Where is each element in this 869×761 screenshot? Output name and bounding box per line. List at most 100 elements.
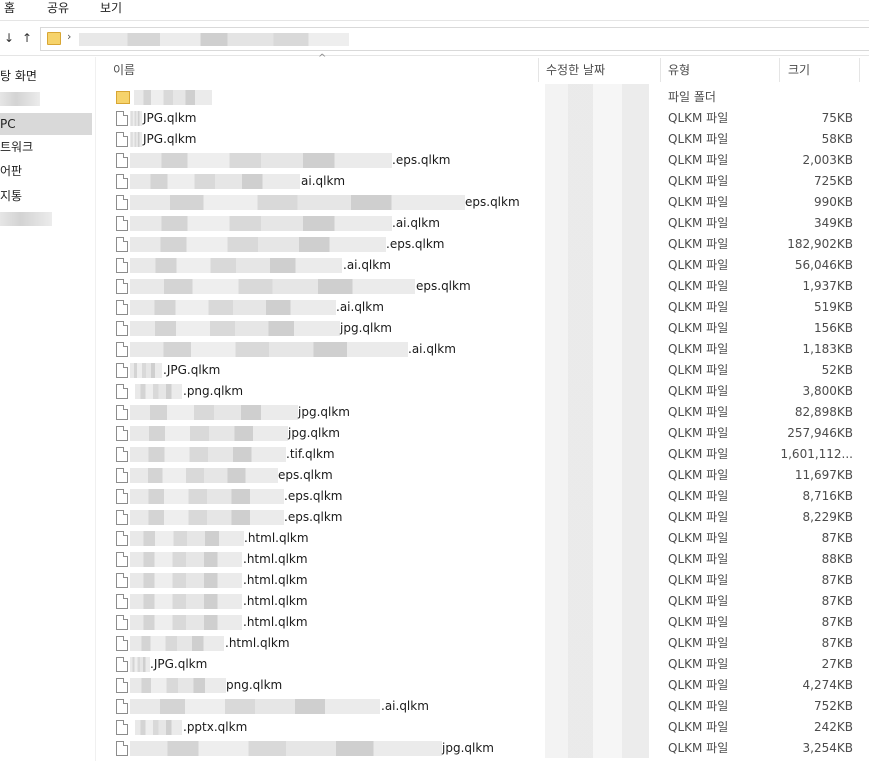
file-row[interactable]: .pptx.qlkm QLKM 파일 242KB	[0, 717, 869, 738]
file-type: QLKM 파일	[668, 363, 729, 377]
file-icon	[116, 678, 128, 693]
file-name: eps.qlkm	[278, 468, 333, 482]
file-row[interactable]: .html.qlkm QLKM 파일 88KB	[0, 549, 869, 570]
file-row[interactable]: .ai.qlkm QLKM 파일 752KB	[0, 696, 869, 717]
file-icon	[116, 552, 128, 567]
file-row[interactable]: png.qlkm QLKM 파일 4,274KB	[0, 675, 869, 696]
file-row[interactable]: eps.qlkm QLKM 파일 1,937KB	[0, 276, 869, 297]
file-name: .eps.qlkm	[392, 153, 451, 167]
file-icon	[116, 237, 128, 252]
file-icon	[116, 111, 128, 126]
file-icon	[116, 573, 128, 588]
file-size: 87KB	[821, 573, 853, 587]
file-icon	[116, 258, 128, 273]
up-arrow-icon[interactable]: ↑	[22, 30, 32, 46]
file-size: 1,937KB	[802, 279, 853, 293]
file-row[interactable]: .tif.qlkm QLKM 파일 1,601,112...	[0, 444, 869, 465]
column-divider[interactable]	[538, 58, 539, 82]
file-name: .tif.qlkm	[286, 447, 335, 461]
file-type: QLKM 파일	[668, 594, 729, 608]
file-row[interactable]: .ai.qlkm QLKM 파일 349KB	[0, 213, 869, 234]
file-type: QLKM 파일	[668, 636, 729, 650]
file-icon	[116, 447, 128, 462]
file-icon	[116, 636, 128, 651]
column-divider[interactable]	[859, 58, 860, 82]
file-type: QLKM 파일	[668, 153, 729, 167]
file-row[interactable]: .html.qlkm QLKM 파일 87KB	[0, 570, 869, 591]
file-row[interactable]: .JPG.qlkm QLKM 파일 27KB	[0, 654, 869, 675]
file-icon	[116, 594, 128, 609]
filename-redacted	[130, 510, 284, 525]
file-name: .html.qlkm	[243, 615, 308, 629]
file-row[interactable]: eps.qlkm QLKM 파일 11,697KB	[0, 465, 869, 486]
file-icon	[116, 342, 128, 357]
file-name: .png.qlkm	[183, 384, 244, 398]
ribbon-tab-share[interactable]: 공유	[47, 0, 69, 19]
file-size: 182,902KB	[787, 237, 853, 251]
file-name: jpg.qlkm	[298, 405, 350, 419]
file-name: .JPG.qlkm	[150, 657, 208, 671]
filename-redacted	[130, 447, 286, 462]
file-type: QLKM 파일	[668, 132, 729, 146]
file-row[interactable]: .html.qlkm QLKM 파일 87KB	[0, 591, 869, 612]
file-row[interactable]: eps.qlkm QLKM 파일 990KB	[0, 192, 869, 213]
file-row[interactable]: .ai.qlkm QLKM 파일 519KB	[0, 297, 869, 318]
file-row[interactable]: JPG.qlkm QLKM 파일 58KB	[0, 129, 869, 150]
file-size: 52KB	[821, 363, 853, 377]
column-divider[interactable]	[660, 58, 661, 82]
file-size: 1,601,112...	[780, 447, 853, 461]
file-type: QLKM 파일	[668, 111, 729, 125]
column-header-name[interactable]: 이름	[113, 57, 135, 83]
file-size: 242KB	[813, 720, 853, 734]
file-type: QLKM 파일	[668, 489, 729, 503]
column-header-date[interactable]: 수정한 날짜	[546, 57, 605, 83]
chevron-right-icon[interactable]: ›	[67, 30, 71, 43]
file-row[interactable]: .JPG.qlkm QLKM 파일 52KB	[0, 360, 869, 381]
file-row[interactable]: jpg.qlkm QLKM 파일 3,254KB	[0, 738, 869, 759]
file-type: QLKM 파일	[668, 195, 729, 209]
file-row[interactable]: .ai.qlkm QLKM 파일 56,046KB	[0, 255, 869, 276]
filename-redacted	[130, 132, 142, 147]
file-row[interactable]: .html.qlkm QLKM 파일 87KB	[0, 633, 869, 654]
filename-redacted	[130, 279, 415, 294]
filename-redacted	[130, 573, 242, 588]
file-row[interactable]: .eps.qlkm QLKM 파일 182,902KB	[0, 234, 869, 255]
column-header-type[interactable]: 유형	[668, 57, 690, 83]
filename-redacted	[130, 342, 408, 357]
column-divider[interactable]	[779, 58, 780, 82]
file-name: .html.qlkm	[243, 594, 308, 608]
file-icon	[116, 489, 128, 504]
file-name: .eps.qlkm	[284, 489, 343, 503]
file-row[interactable]: .eps.qlkm QLKM 파일 2,003KB	[0, 150, 869, 171]
file-size: 3,254KB	[802, 741, 853, 755]
recent-locations-icon[interactable]: ↓	[4, 30, 14, 46]
file-row[interactable]: .html.qlkm QLKM 파일 87KB	[0, 612, 869, 633]
file-row[interactable]: .png.qlkm QLKM 파일 3,800KB	[0, 381, 869, 402]
filename-redacted	[130, 300, 336, 315]
file-row[interactable]: ai.qlkm QLKM 파일 725KB	[0, 171, 869, 192]
filename-redacted	[130, 741, 442, 756]
address-bar[interactable]: ›	[40, 27, 869, 51]
ribbon-tab-view[interactable]: 보기	[100, 0, 122, 19]
file-row[interactable]: jpg.qlkm QLKM 파일 257,946KB	[0, 423, 869, 444]
file-row[interactable]: .ai.qlkm QLKM 파일 1,183KB	[0, 339, 869, 360]
file-row[interactable]: jpg.qlkm QLKM 파일 82,898KB	[0, 402, 869, 423]
file-row[interactable]: .html.qlkm QLKM 파일 87KB	[0, 528, 869, 549]
file-name: .ai.qlkm	[408, 342, 456, 356]
column-header-size[interactable]: 크기	[788, 57, 810, 83]
file-name: .ai.qlkm	[381, 699, 429, 713]
file-size: 56,046KB	[794, 258, 853, 272]
file-size: 27KB	[821, 657, 853, 671]
file-icon	[116, 195, 128, 210]
folder-row[interactable]: 파일 폴더	[0, 87, 869, 108]
file-row[interactable]: JPG.qlkm QLKM 파일 75KB	[0, 108, 869, 129]
nav-item-desktop[interactable]: 탕 화면	[0, 65, 92, 87]
file-size: 11,697KB	[794, 468, 853, 482]
file-icon	[116, 615, 128, 630]
file-row[interactable]: .eps.qlkm QLKM 파일 8,229KB	[0, 507, 869, 528]
file-row[interactable]: jpg.qlkm QLKM 파일 156KB	[0, 318, 869, 339]
file-icon	[116, 279, 128, 294]
ribbon-tab-home[interactable]: 홈	[4, 0, 15, 19]
folder-icon	[47, 32, 61, 45]
file-row[interactable]: .eps.qlkm QLKM 파일 8,716KB	[0, 486, 869, 507]
